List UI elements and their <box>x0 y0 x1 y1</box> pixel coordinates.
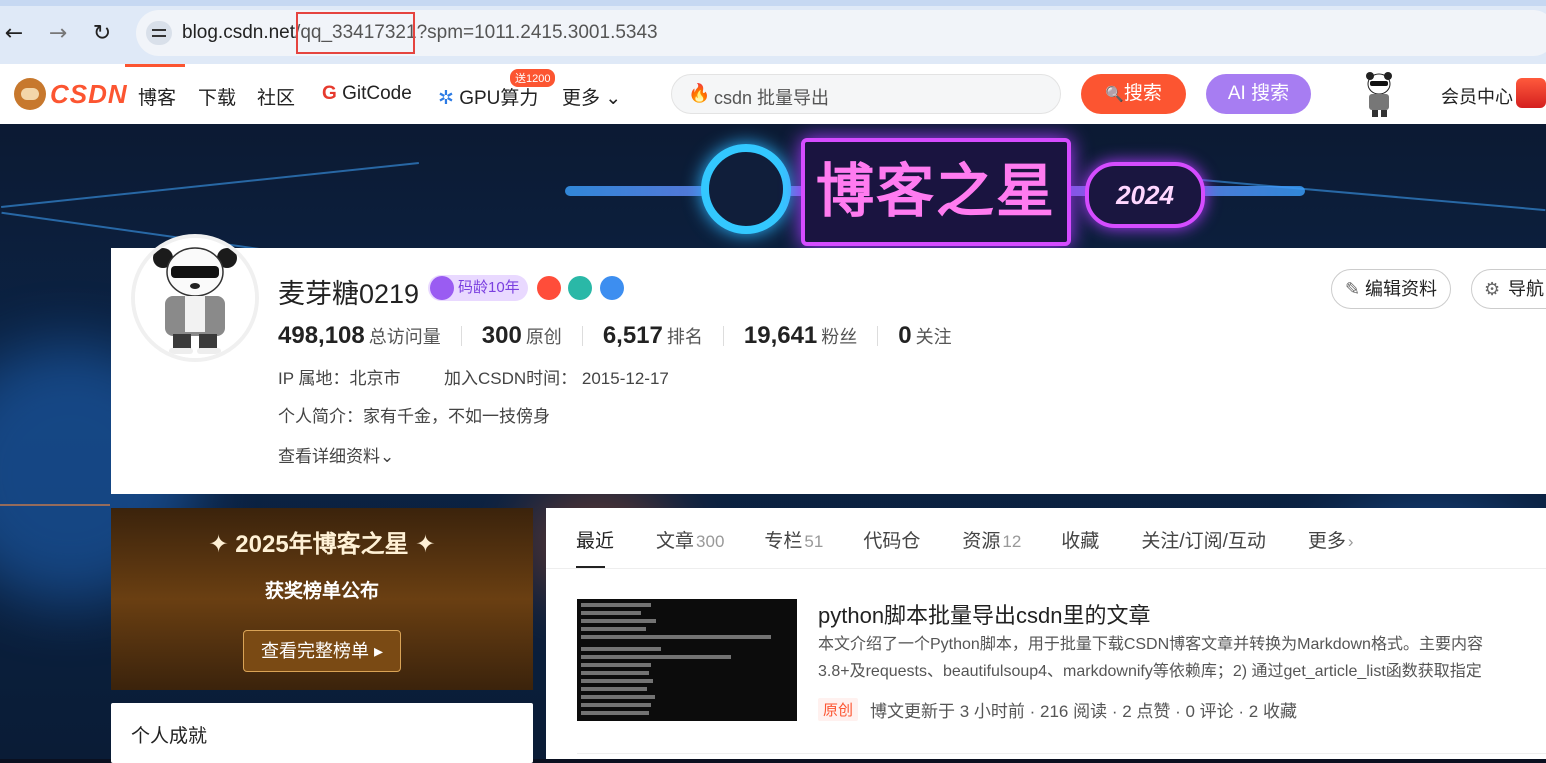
nav-community[interactable]: 社区 <box>257 83 295 110</box>
forward-icon[interactable]: → <box>44 20 72 48</box>
tab-more[interactable]: 更多 › <box>1308 526 1354 553</box>
original-tag: 原创 <box>818 698 859 721</box>
tab-favorites[interactable]: 收藏 <box>1061 526 1101 553</box>
blog-star-banner[interactable]: 博客之星 2024 <box>565 132 1305 248</box>
stat-rank[interactable]: 6,517 排名 <box>603 322 703 350</box>
tab-resources[interactable]: 资源 12 <box>962 526 1021 553</box>
award-title: ✦ 2025年博客之星 ✦ <box>208 531 436 558</box>
stat-following[interactable]: 0 关注 <box>898 322 951 350</box>
flame-icon: 🔥 <box>688 83 711 103</box>
tab-code-repo[interactable]: 代码仓 <box>863 526 922 553</box>
gift-icon[interactable] <box>1516 78 1546 108</box>
content-tabs: 最近 文章 300 专栏 51 代码仓 资源 12 收藏 关注/订阅/互动 更多 › <box>576 526 1394 569</box>
tab-follow-subscribe[interactable]: 关注/订阅/互动 <box>1141 526 1268 553</box>
achievement-title: 个人成就 <box>131 726 208 747</box>
gpu-icon: ✲ <box>438 88 454 109</box>
nav-download[interactable]: 下载 <box>198 83 236 110</box>
url-text[interactable]: blog.csdn.net/qq_33417321?spm=1011.2415.… <box>182 22 658 44</box>
honor-blue-icon[interactable] <box>600 276 624 300</box>
ip-location: IP 属地：北京市 <box>278 369 401 388</box>
code-age-badge: 码龄10年 <box>428 275 528 301</box>
username: 麦芽糖0219 <box>278 279 420 309</box>
gitcode-icon: G <box>322 83 337 104</box>
member-center-link[interactable]: 会员中心 <box>1441 83 1513 109</box>
achievement-card: 个人成就 <box>111 703 533 763</box>
search-placeholder: csdn 批量导出 <box>714 88 830 108</box>
tab-articles[interactable]: 文章 300 <box>656 526 724 553</box>
back-icon[interactable]: ← <box>0 20 28 48</box>
url-path-highlight-box <box>296 12 415 54</box>
site-info-icon[interactable] <box>146 21 172 45</box>
nav-more[interactable]: 更多 ⌄ <box>562 83 621 110</box>
csdn-logo[interactable]: CSDN <box>14 78 128 110</box>
tab-columns[interactable]: 专栏 51 <box>764 526 823 553</box>
view-full-list-button[interactable]: 查看完整榜单 ▸ <box>243 630 401 672</box>
profile-avatar[interactable] <box>131 234 259 362</box>
content-panel: 最近 文章 300 专栏 51 代码仓 资源 12 收藏 关注/订阅/互动 更多 › p… <box>546 508 1546 759</box>
nav-gpu[interactable]: ✲ GPU算力 <box>438 83 538 110</box>
reload-icon[interactable]: ↻ <box>88 20 116 48</box>
site-top-nav: CSDN 博客 下载 社区 G GitCode ✲ GPU算力 送1200 更多… <box>0 64 1546 124</box>
honor-red-icon[interactable] <box>537 276 561 300</box>
guide-button[interactable]: ⚙ 导航 <box>1471 269 1546 309</box>
stat-fans[interactable]: 19,641 粉丝 <box>744 322 857 350</box>
blog-star-award-card: ✦ 2025年博客之星 ✦ 获奖榜单公布 查看完整榜单 ▸ <box>111 508 533 690</box>
gpu-promo-badge: 送1200 <box>510 69 556 87</box>
search-input[interactable]: 🔥 csdn 批量导出 <box>671 74 1061 114</box>
search-button[interactable]: 🔍搜索 <box>1081 74 1186 114</box>
monkey-logo-icon <box>14 78 46 110</box>
nav-blog[interactable]: 博客 <box>138 83 176 110</box>
browser-toolbar: ← → ↻ blog.csdn.net/qq_33417321?spm=1011… <box>0 0 1546 64</box>
honor-teal-icon[interactable] <box>568 276 592 300</box>
stat-views[interactable]: 498,108 总访问量 <box>278 322 441 350</box>
bio: 个人简介：家有千金，不如一技傍身 <box>278 407 550 426</box>
banner-year: 2024 <box>1085 162 1205 228</box>
banner-title: 博客之星 <box>801 138 1071 246</box>
tab-strip <box>0 0 1546 6</box>
nav-gitcode[interactable]: G GitCode <box>322 83 412 105</box>
search-icon: 🔍 <box>1105 86 1124 103</box>
award-subtitle: 获奖榜单公布 <box>264 581 379 602</box>
ai-search-button[interactable]: AI 搜索 <box>1206 74 1311 114</box>
banner-ring-icon <box>701 144 791 234</box>
article-thumbnail[interactable] <box>577 599 797 721</box>
article-meta: 原创 博文更新于 3 小时前 · 216 阅读 · 2 点赞 · 0 评论 · … <box>818 697 1297 722</box>
active-indicator <box>125 64 185 67</box>
article-description: 本文介绍了一个Python脚本，用于批量下载CSDN博客文章并转换为Markdo… <box>818 636 1483 680</box>
gear-icon: ⚙ <box>1484 279 1501 299</box>
article-title-link[interactable]: python脚本批量导出csdn里的文章 <box>818 598 1151 630</box>
profile-stats: 498,108 总访问量 300 原创 6,517 排名 19,641 粉丝 0 关注 <box>278 322 952 350</box>
user-avatar[interactable] <box>1360 70 1398 118</box>
view-details-link[interactable]: 查看详细资料⌄ <box>278 442 394 467</box>
stat-original[interactable]: 300 原创 <box>482 322 562 350</box>
edit-profile-button[interactable]: ✎ 编辑资料 <box>1331 269 1451 309</box>
edit-icon: ✎ <box>1344 279 1361 299</box>
tab-recent[interactable]: 最近 <box>576 526 616 569</box>
join-time: 加入CSDN时间： 2015-12-17 <box>444 369 669 388</box>
